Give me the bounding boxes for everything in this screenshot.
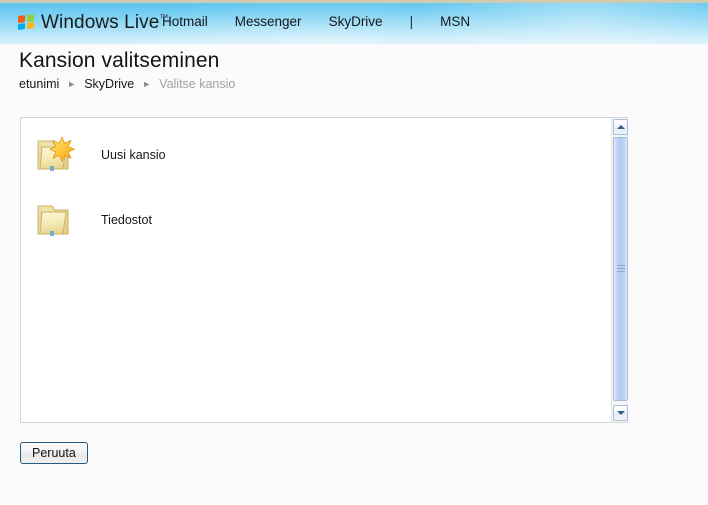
list-item-tiedostot[interactable]: Tiedostot: [21, 194, 611, 246]
nav-separator: |: [409, 14, 414, 29]
new-folder-icon: [32, 133, 80, 177]
folder-list-body: Uusi kansio Tiedostot: [21, 118, 611, 422]
vertical-scrollbar[interactable]: [611, 118, 628, 422]
nav-link-skydrive[interactable]: SkyDrive: [329, 14, 383, 29]
breadcrumb-arrow-icon: ►: [67, 78, 77, 89]
nav-link-msn[interactable]: MSN: [440, 14, 470, 29]
list-item-label: Uusi kansio: [101, 148, 166, 162]
list-item-new-folder[interactable]: Uusi kansio: [21, 129, 611, 181]
folder-list-panel: Uusi kansio Tiedostot: [20, 117, 628, 423]
page-title: Kansion valitseminen: [19, 49, 220, 72]
page-root: Windows Live™ Hotmail Messenger SkyDrive…: [0, 0, 708, 505]
brand-name: Windows Live™: [41, 12, 169, 33]
breadcrumb-arrow-icon: ►: [142, 78, 152, 89]
windows-live-brand-link[interactable]: Windows Live™: [18, 10, 169, 36]
site-header: Windows Live™ Hotmail Messenger SkyDrive…: [0, 3, 708, 44]
scrollbar-thumb[interactable]: [613, 137, 628, 401]
list-item-label: Tiedostot: [101, 213, 152, 227]
scrollbar-grip-icon: [617, 265, 625, 273]
breadcrumb-item-etunimi[interactable]: etunimi: [19, 77, 59, 91]
nav-link-hotmail[interactable]: Hotmail: [162, 14, 208, 29]
chevron-up-icon: [616, 125, 625, 129]
nav-link-messenger[interactable]: Messenger: [235, 14, 302, 29]
folder-icon: [32, 198, 80, 242]
scrollbar-track[interactable]: [613, 136, 628, 404]
chevron-down-icon: [616, 411, 625, 415]
breadcrumb-item-skydrive[interactable]: SkyDrive: [84, 77, 134, 91]
header-nav: Hotmail Messenger SkyDrive | MSN: [162, 14, 470, 29]
breadcrumb-item-current: Valitse kansio: [159, 77, 236, 91]
breadcrumb: etunimi ► SkyDrive ► Valitse kansio: [19, 77, 235, 91]
windows-flag-icon: [18, 14, 35, 32]
cancel-button[interactable]: Peruuta: [20, 442, 88, 464]
scrollbar-down-button[interactable]: [613, 405, 628, 421]
scrollbar-up-button[interactable]: [613, 119, 628, 135]
